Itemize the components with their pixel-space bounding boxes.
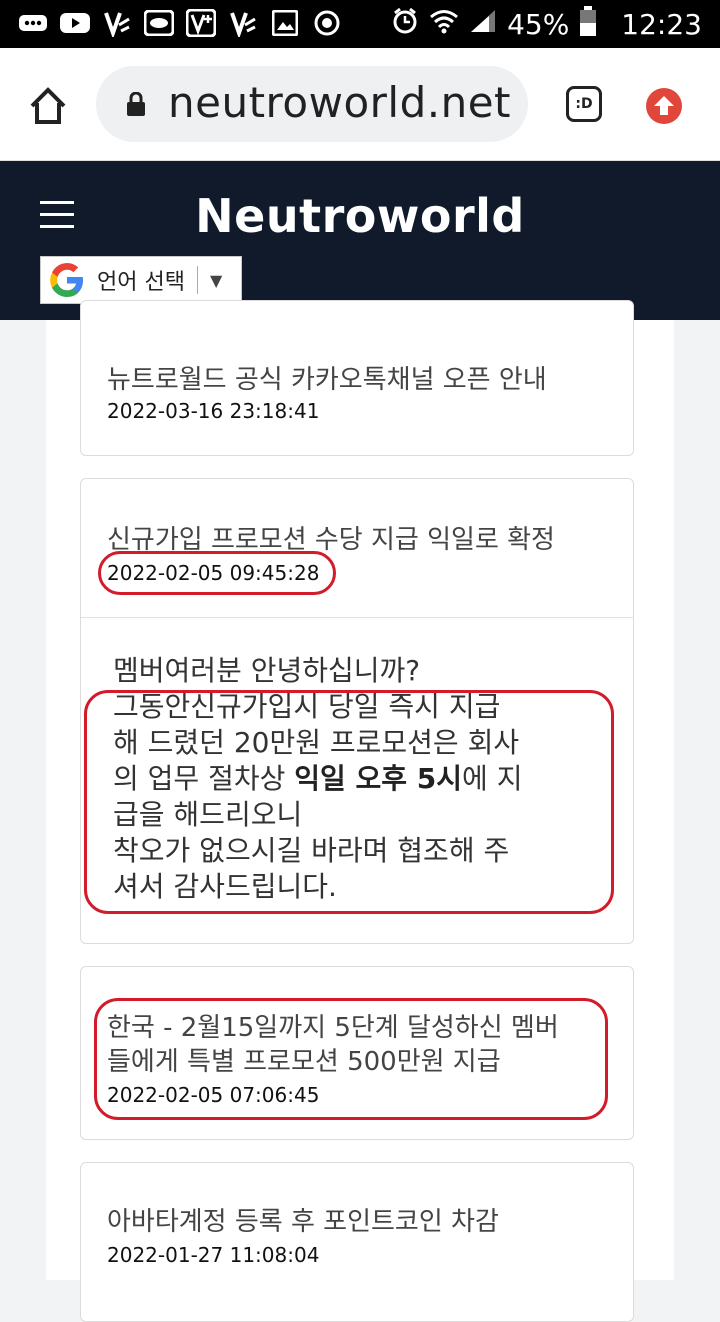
url-text: neutroworld.net <box>168 78 512 127</box>
post-date: 2022-01-27 11:08:04 <box>107 1243 320 1267</box>
upload-icon[interactable] <box>646 88 682 124</box>
status-bar: 45% 12:23 <box>0 0 720 48</box>
site-header: Neutroworld 언어 선택 ▼ <box>0 161 720 320</box>
body-line: 멤버여러분 안녕하십니까? <box>113 654 421 687</box>
vpn-icon <box>102 8 132 38</box>
app-icon <box>144 8 174 38</box>
sync-icon <box>312 8 342 38</box>
wifi-icon <box>429 8 459 41</box>
highlight-ring <box>98 551 336 595</box>
battery-percent: 45% <box>507 8 570 41</box>
address-bar[interactable]: neutroworld.net <box>96 66 528 142</box>
tab-switcher-button[interactable]: :D <box>566 86 602 122</box>
language-label: 언어 선택 <box>97 270 185 295</box>
language-selector[interactable]: 언어 선택 ▼ <box>40 256 242 304</box>
browser-toolbar: neutroworld.net :D <box>0 48 720 161</box>
more-icon <box>18 8 48 38</box>
lock-icon <box>126 91 146 116</box>
home-icon[interactable] <box>26 84 70 128</box>
dropdown-arrow-icon: ▼ <box>209 270 223 290</box>
highlight-ring <box>94 998 608 1120</box>
post-date: 2022-03-16 23:18:41 <box>107 399 320 423</box>
clock: 12:23 <box>621 8 702 41</box>
post-card[interactable]: 아바타계정 등록 후 포인트코인 차감 2022-01-27 11:08:04 <box>80 1162 634 1322</box>
youtube-icon <box>60 8 90 38</box>
alarm-icon <box>391 7 419 42</box>
post-card[interactable]: 뉴트로월드 공식 카카오톡채널 오픈 안내 2022-03-16 23:18:4… <box>80 300 634 456</box>
post-title[interactable]: 뉴트로월드 공식 카카오톡채널 오픈 안내 <box>107 363 617 397</box>
battery-icon <box>579 6 597 43</box>
site-logo[interactable]: Neutroworld <box>0 189 720 243</box>
post-title[interactable]: 아바타계정 등록 후 포인트코인 차감 <box>107 1205 617 1239</box>
vpn-plus-icon <box>186 8 216 38</box>
highlight-ring <box>84 690 614 914</box>
divider <box>196 266 198 294</box>
image-icon <box>270 8 300 38</box>
divider <box>81 617 633 618</box>
vpn-icon <box>228 8 258 38</box>
google-icon <box>47 260 87 300</box>
signal-icon <box>469 8 497 41</box>
